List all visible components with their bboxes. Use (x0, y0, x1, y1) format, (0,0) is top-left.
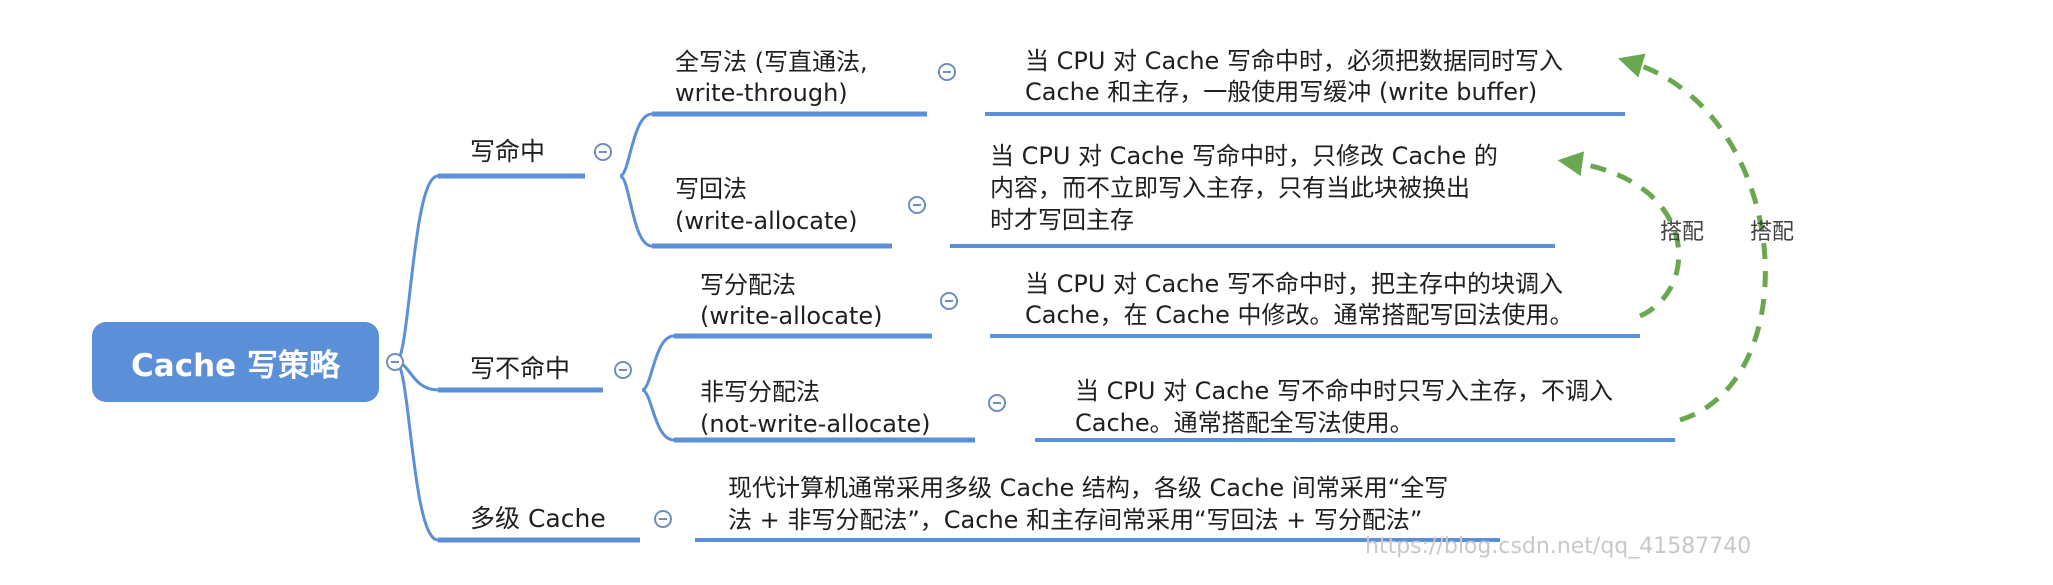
connector-root-hit (394, 174, 439, 364)
collapse-write-through-icon[interactable] (938, 63, 956, 81)
mindmap-canvas: Cache 写策略 写命中 写不命中 多级 Cache 全写法 (写直通法, w… (0, 0, 2053, 585)
root-node[interactable]: Cache 写策略 (92, 322, 379, 402)
node-write-through-line2[interactable]: write-through) (675, 76, 848, 110)
node-write-allocate-line2[interactable]: (write-allocate) (700, 299, 883, 333)
desc-write-back-line1: 当 CPU 对 Cache 写命中时，只修改 Cache 的 (990, 142, 1498, 170)
pairing-label-outer: 搭配 (1750, 220, 1795, 245)
branch-multi-label[interactable]: 多级 Cache (470, 502, 606, 536)
collapse-multi-icon[interactable] (654, 510, 672, 528)
connector-miss-wa (641, 334, 675, 392)
desc-write-allocate-line2: Cache，在 Cache 中修改。通常搭配写回法使用。 (1025, 301, 1574, 329)
desc-not-write-allocate-line1: 当 CPU 对 Cache 写不命中时只写入主存，不调入 (1075, 377, 1613, 405)
collapse-write-back-icon[interactable] (908, 196, 926, 214)
connector-miss-nwa (641, 388, 675, 442)
node-not-write-allocate-line1[interactable]: 非写分配法 (700, 375, 820, 409)
desc-write-back-line3: 时才写回主存 (990, 206, 1134, 234)
node-write-back-line2[interactable]: (write-allocate) (675, 204, 858, 238)
collapse-not-write-allocate-icon[interactable] (988, 394, 1006, 412)
desc-write-allocate-line1: 当 CPU 对 Cache 写不命中时，把主存中的块调入 (1025, 270, 1563, 298)
desc-write-through-line1: 当 CPU 对 Cache 写命中时，必须把数据同时写入 (1025, 47, 1563, 75)
branch-hit-label[interactable]: 写命中 (470, 135, 545, 169)
collapse-write-allocate-icon[interactable] (940, 292, 958, 310)
branch-miss-label[interactable]: 写不命中 (470, 352, 570, 386)
node-write-through-line1[interactable]: 全写法 (写直通法, (675, 45, 868, 79)
desc-multi-line1: 现代计算机通常采用多级 Cache 结构，各级 Cache 间常采用“全写 (728, 474, 1449, 502)
connector-hit-wb (619, 174, 653, 248)
node-write-back-line1[interactable]: 写回法 (675, 172, 747, 206)
node-not-write-allocate-line2[interactable]: (not-write-allocate) (700, 407, 931, 441)
collapse-hit-icon[interactable] (594, 143, 612, 161)
desc-write-through-line2: Cache 和主存，一般使用写缓冲 (write buffer) (1025, 78, 1538, 106)
node-write-allocate-line1[interactable]: 写分配法 (700, 268, 796, 302)
desc-write-back-line2: 内容，而不立即写入主存，只有当此块被换出 (990, 174, 1470, 202)
desc-not-write-allocate-line2: Cache。通常搭配全写法使用。 (1075, 409, 1414, 437)
collapse-miss-icon[interactable] (614, 361, 632, 379)
collapse-root-icon[interactable] (386, 353, 404, 371)
watermark: https://blog.csdn.net/qq_41587740 (1365, 534, 1752, 559)
desc-multi-line2: 法 + 非写分配法”，Cache 和主存间常采用“写回法 + 写分配法” (728, 506, 1423, 534)
connector-hit-wt (619, 112, 653, 178)
pairing-label-inner: 搭配 (1660, 220, 1705, 245)
